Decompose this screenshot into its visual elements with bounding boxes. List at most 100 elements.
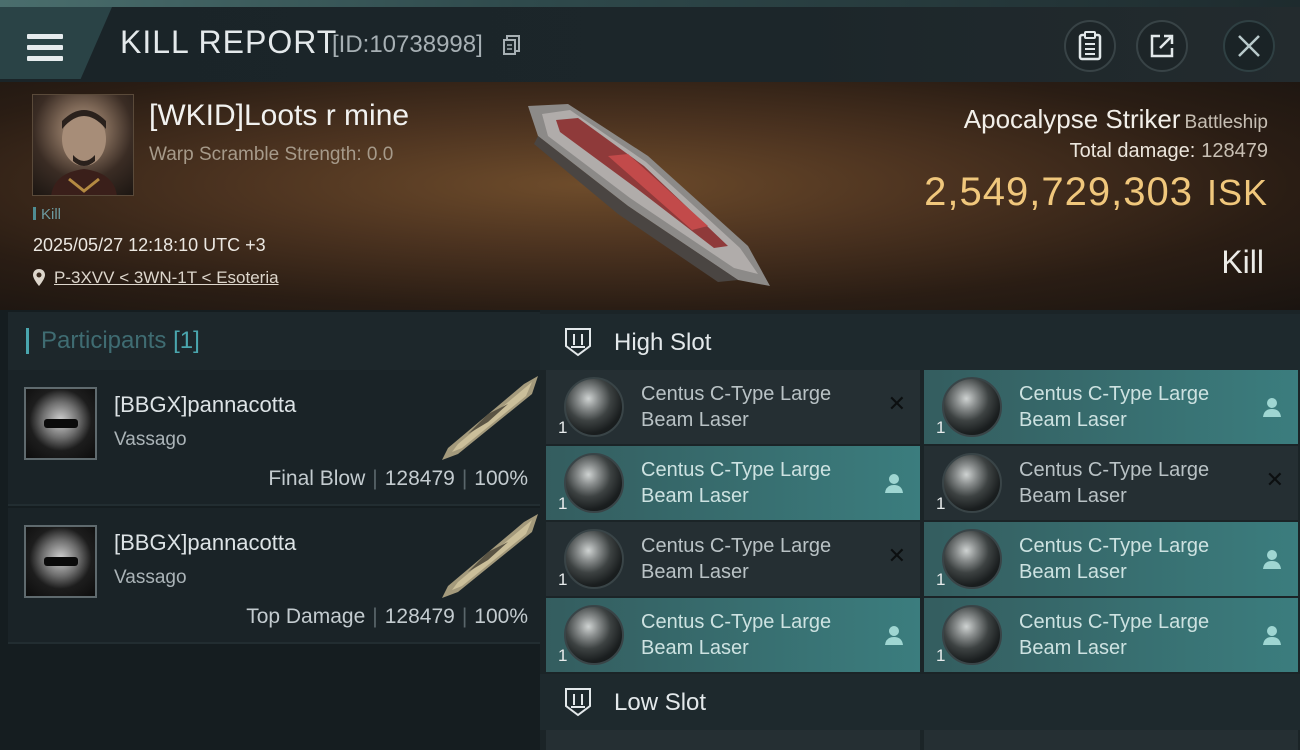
isk-unit: ISK [1206,172,1268,213]
isk-amount: 2,549,729,303 [924,170,1193,214]
module-name-line1: Centus C-Type Large [1019,535,1210,557]
victim-ship-image[interactable] [508,96,788,296]
module-icon [564,605,624,665]
high-slot-item[interactable]: 1 Centus C-Type Large Beam Laser [546,446,920,520]
participant-percent: 100% [474,605,528,628]
low-slot-item[interactable] [546,730,920,750]
participant-damage: 128479 [384,605,455,628]
clipboard-button[interactable] [1064,20,1116,72]
high-slot-icon [565,328,591,357]
high-slot-item[interactable]: 1 Centus C-Type Large Beam Laser [546,598,920,672]
menu-tab[interactable] [0,7,112,79]
module-quantity: 1 [558,646,568,665]
person-icon [1263,550,1281,569]
kill-timestamp: 2025/05/27 12:18:10 UTC +3 [33,235,266,255]
isk-value: 2,549,729,303 ISK [924,170,1268,215]
participant-name[interactable]: [BBGX]pannacotta [114,392,296,418]
low-slot-header: Low Slot [540,674,1300,730]
participant-stats: Top Damage | 128479 | 100% [246,605,528,628]
participant-ship-image [442,514,538,598]
module-name-line1: Centus C-Type Large [641,459,832,481]
share-icon [1150,34,1174,58]
module-name-line2: Beam Laser [1019,485,1127,507]
participants-header[interactable]: Participants [1] [8,312,540,370]
report-id: [ID:10738998] [332,31,483,58]
module-icon [564,377,624,437]
x-icon: ✕ [887,544,906,569]
victim-portrait[interactable] [32,94,134,196]
ship-class: Battleship [1184,112,1268,133]
hamburger-menu-icon[interactable] [27,34,63,62]
participant-name[interactable]: [BBGX]pannacotta [114,530,296,556]
participant-avatar[interactable] [24,387,97,460]
module-name: Centus C-Type Large Beam Laser [1019,533,1249,585]
x-icon: ✕ [887,392,906,417]
clipboard-icon [1078,31,1102,61]
close-icon [1238,35,1260,57]
high-slot-label: High Slot [614,329,712,356]
person-icon [1263,626,1281,645]
high-slot-item[interactable]: 1 Centus C-Type Large Beam Laser ✕ [924,446,1298,520]
participant-row[interactable]: [BBGX]pannacotta Vassago Top Damage | 1284… [8,508,540,644]
participants-title: Participants [1] [41,327,200,355]
close-button[interactable] [1223,20,1275,72]
participant-role: Top Damage [246,605,366,628]
total-damage-value: 128479 [1201,140,1268,162]
participant-percent: 100% [474,467,528,490]
module-name: Centus C-Type Large Beam Laser [1019,457,1249,509]
module-quantity: 1 [936,570,946,589]
share-button[interactable] [1136,20,1188,72]
person-icon [885,626,903,645]
high-slot-header: High Slot [540,314,1300,370]
module-quantity: 1 [936,646,946,665]
copy-icon[interactable] [503,35,521,55]
ship-name: Apocalypse Striker [963,104,1181,134]
high-slot-item[interactable]: 1 Centus C-Type Large Beam Laser [924,522,1298,596]
module-name-line2: Beam Laser [641,485,749,507]
kill-tag-label: Kill [41,206,62,223]
high-slot-item[interactable]: 1 Centus C-Type Large Beam Laser ✕ [546,370,920,444]
module-name-line2: Beam Laser [641,561,749,583]
participant-role: Final Blow [268,467,366,490]
participant-ship: Vassago [114,567,187,588]
high-slot-item[interactable]: 1 Centus C-Type Large Beam Laser [924,370,1298,444]
module-name-line1: Centus C-Type Large [641,611,832,633]
participant-row[interactable]: [BBGX]pannacotta Vassago Final Blow | 1284… [8,370,540,506]
victim-ship[interactable]: Apocalypse Striker Battleship [964,104,1268,135]
module-name-line1: Centus C-Type Large [641,535,832,557]
participants-accent-bar [26,328,29,354]
module-name-line2: Beam Laser [1019,561,1127,583]
high-slot-item[interactable]: 1 Centus C-Type Large Beam Laser [924,598,1298,672]
module-name: Centus C-Type Large Beam Laser [641,457,871,509]
participant-ship: Vassago [114,429,187,450]
participant-damage: 128479 [384,467,455,490]
location-pin-icon [33,269,45,286]
module-quantity: 1 [936,418,946,437]
module-name-line1: Centus C-Type Large [1019,383,1210,405]
high-slot-item[interactable]: 1 Centus C-Type Large Beam Laser ✕ [546,522,920,596]
total-damage-label: Total damage: [1069,140,1196,162]
top-bar: KILL REPORT [ID:10738998] [0,0,1300,82]
person-icon [885,474,903,493]
participant-avatar[interactable] [24,525,97,598]
module-icon [942,605,1002,665]
module-quantity: 1 [936,494,946,513]
module-name-line1: Centus C-Type Large [641,383,832,405]
fitting-panel: High Slot 1 Centus C-Type Large Beam Laser… [540,310,1300,750]
low-slot-item[interactable] [924,730,1298,750]
result-label: Kill [1221,244,1264,280]
page-title: KILL REPORT [120,24,338,60]
module-icon [942,377,1002,437]
module-name-line2: Beam Laser [641,409,749,431]
module-name: Centus C-Type Large Beam Laser [1019,609,1249,661]
participant-stats: Final Blow | 128479 | 100% [268,467,528,490]
location-link[interactable]: P-3XVV < 3WN-1T < Esoteria [54,268,279,288]
module-name-line2: Beam Laser [641,637,749,659]
participants-count: [1] [173,327,200,354]
module-name-line1: Centus C-Type Large [1019,611,1210,633]
module-icon [564,453,624,513]
module-icon [942,529,1002,589]
module-name: Centus C-Type Large Beam Laser [641,533,871,585]
warp-scramble-strength: Warp Scramble Strength: 0.0 [149,144,394,165]
victim-name[interactable]: [WKID]Loots r mine [149,99,409,133]
